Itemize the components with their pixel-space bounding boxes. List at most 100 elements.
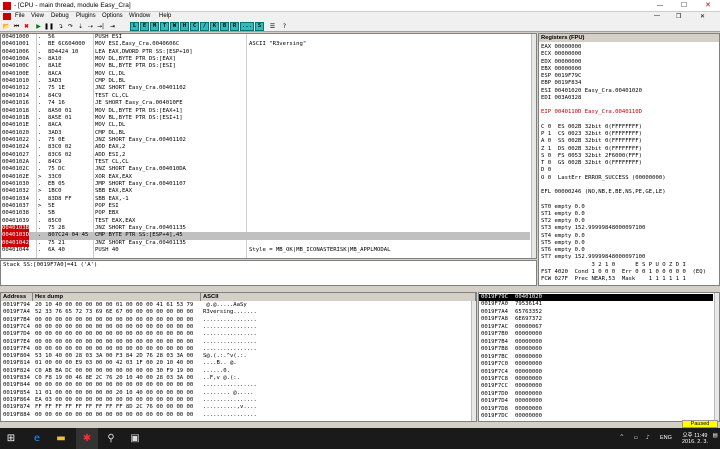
dump-header-hex[interactable]: Hex dump — [33, 293, 201, 301]
stack-row[interactable]: 0019F7CC 00000000 — [479, 383, 713, 390]
toolbar-memory-button[interactable]: M — [150, 22, 159, 31]
register-line[interactable]: O 0 LastErr ERROR_SUCCESS (00000000) — [541, 175, 666, 183]
disasm-row[interactable]: 0040102A. 84C9 TEST CL,CL — [1, 159, 530, 166]
dump-row[interactable]: 0019F7F4 00 00 00 00 00 00 00 00 00 00 00… — [1, 346, 469, 353]
register-line[interactable]: T 0 GS 002B 32bit 0(FFFFFFFF) — [541, 160, 642, 168]
dump-header-address[interactable]: Address — [1, 293, 33, 301]
register-line[interactable]: EIP 0040110D Easy_Cra.0040110D — [541, 109, 642, 117]
menu-view[interactable]: View — [31, 13, 44, 19]
disasm-row[interactable]: 0040103B. 75 28 JNZ SHORT Easy_Cra.0040113… — [1, 225, 530, 233]
restart-icon[interactable]: ⏮ — [12, 22, 21, 31]
dump-row[interactable]: 0019F7A4 52 33 76 65 72 73 69 6E 67 00 00… — [1, 309, 469, 316]
disassembly-scrollbar[interactable] — [531, 34, 536, 258]
media-icon[interactable]: ▣ — [124, 428, 146, 449]
notification-icon[interactable]: ▤ — [713, 431, 717, 439]
stack-row[interactable]: 0019F7D8 00000000 — [479, 406, 713, 413]
network-icon[interactable]: ▭ — [634, 434, 638, 441]
disasm-row[interactable]: 00401012. 75 1E JNZ SHORT Easy_Cra.0040110… — [1, 85, 530, 92]
disasm-row[interactable]: 00401016. 74 16 JE SHORT Easy_Cra.004010FE — [1, 100, 530, 107]
ollydbg-task-icon[interactable]: ✱ — [76, 428, 98, 449]
disasm-row[interactable]: 0040101E. 8ACA MOV CL,DL — [1, 122, 530, 129]
disasm-row[interactable]: 00401024. 83C0 02 ADD EAX,2 — [1, 144, 530, 151]
execute-till-return-icon[interactable]: →| — [96, 22, 105, 31]
disasm-row[interactable]: 00401030. EB 05 JMP SHORT Easy_Cra.0040110… — [1, 181, 530, 188]
child-restore-button[interactable]: ❐ — [676, 13, 681, 20]
disasm-row[interactable]: 00401039. 85C0 TEST EAX,EAX — [1, 218, 530, 225]
stack-row[interactable]: 0019F7AC 00000067 — [479, 324, 713, 331]
menu-debug[interactable]: Debug — [51, 13, 69, 19]
menu-help[interactable]: Help — [159, 13, 171, 19]
close-button[interactable]: ✕ — [696, 0, 720, 11]
dump-row[interactable]: 0019F794 20 10 40 00 00 00 00 00 01 00 00… — [1, 302, 469, 309]
language-indicator[interactable]: ENG — [660, 435, 672, 441]
dump-row[interactable]: 0019F7D4 00 00 00 00 00 00 00 00 00 00 00… — [1, 331, 469, 338]
disasm-row[interactable]: 00401044. 6A 40 PUSH 40 Style = MB_OK|MB_IC… — [1, 247, 530, 254]
toolbar-callstack-button[interactable]: K — [210, 22, 219, 31]
register-line[interactable]: EFL 00000246 (NO,NB,E,BE,NS,PE,GE,LE) — [541, 189, 666, 197]
stack-row[interactable]: 0019F7A0 79536141 — [479, 301, 713, 308]
minimize-button[interactable]: — — [648, 0, 672, 11]
maximize-button[interactable]: ☐ — [672, 0, 696, 11]
disasm-row[interactable]: 0040103D. 807C24 04 45 CMP BYTE PTR SS:[ES… — [1, 232, 530, 241]
disasm-row[interactable]: 00401027. 83C6 02 ADD ESI,2 — [1, 152, 530, 159]
stack-row[interactable]: 0019F7BC 00000000 — [479, 354, 713, 361]
trace-over-icon[interactable]: ⇢ — [86, 22, 95, 31]
dump-row[interactable]: 0019F7E4 00 00 00 00 00 00 00 00 00 00 00… — [1, 339, 469, 346]
stack-row[interactable]: 0019F7D0 00000000 — [479, 391, 713, 398]
disasm-row[interactable]: 00401020. 3AD3 CMP DL,BL — [1, 130, 530, 137]
volume-icon[interactable]: ♪ — [646, 434, 650, 441]
search-icon[interactable]: ⚲ — [100, 428, 122, 449]
dump-header-ascii[interactable]: ASCII — [201, 293, 476, 301]
registers-pane[interactable]: Registers (FPU) EAX 00000000 ECX 00000000… — [538, 33, 720, 286]
toolbar-references-button[interactable]: R — [230, 22, 239, 31]
disasm-row[interactable]: 00401042. 75 21 JNZ SHORT Easy_Cra.0040113… — [1, 239, 530, 248]
stack-row[interactable]: 0019F7A4 65763352 — [479, 309, 713, 316]
run-icon[interactable]: ▶ — [34, 22, 43, 31]
disasm-row[interactable]: 00401034. 83D8 FF SBB EAX,-1 — [1, 196, 530, 203]
disasm-row[interactable]: 00401010. 3AD3 CMP DL,BL — [1, 78, 530, 85]
menu-file[interactable]: File — [15, 13, 25, 19]
disasm-row[interactable]: 00401022. 75 0E JNZ SHORT Easy_Cra.0040110… — [1, 137, 530, 144]
menu-options[interactable]: Options — [102, 13, 123, 19]
disasm-row[interactable]: 0040100E. 8ACA MOV CL,DL — [1, 71, 530, 78]
toolbar-handles-button[interactable]: H — [180, 22, 189, 31]
dump-row[interactable]: 0019F844 00 00 00 00 00 00 00 00 00 00 00… — [1, 382, 469, 389]
disasm-row[interactable]: 0040101B. 8A5E 01 MOV BL,BYTE PTR DS:[ESI+… — [1, 115, 530, 122]
menu-plugins[interactable]: Plugins — [76, 13, 96, 19]
disasm-row[interactable]: 00401000. 56 PUSH ESI — [1, 34, 530, 41]
edge-icon[interactable]: e — [26, 428, 48, 449]
dump-row[interactable]: 0019F884 00 00 00 00 00 00 00 00 00 00 00… — [1, 412, 469, 419]
toolbar-cpu-button[interactable]: C — [190, 22, 199, 31]
toolbar-source-button[interactable]: S — [255, 22, 264, 31]
disasm-row[interactable]: 0040100A >8A10 MOV DL,BYTE PTR DS:[EAX] — [1, 56, 530, 63]
dump-row[interactable]: 0019F7B4 00 00 00 00 00 00 00 00 00 00 00… — [1, 317, 469, 324]
disasm-row[interactable]: 00401001. BE 6C604000 MOV ESI,Easy_Cra.004… — [1, 41, 530, 48]
disasm-row[interactable]: 00401006. 8D4424 10 LEA EAX,DWORD PTR SS:[… — [1, 49, 530, 56]
stack-pane[interactable]: 0019F79C 00401020 0019F7A0 79536141 0019F7A4… — [478, 292, 720, 422]
trace-into-icon[interactable]: ⇣ — [76, 22, 85, 31]
stack-scrollbar[interactable] — [714, 293, 719, 421]
dump-row[interactable]: 0019F854 11 01 00 00 00 00 00 00 20 10 40… — [1, 390, 469, 397]
disasm-row[interactable]: 0040100C. 8A1E MOV BL,BYTE PTR DS:[ESI] — [1, 63, 530, 70]
list-icon[interactable]: ☰ — [268, 22, 277, 31]
disasm-row[interactable]: 00401018. 8A50 01 MOV DL,BYTE PTR DS:[EAX+… — [1, 108, 530, 115]
toolbar-modules-button[interactable]: E — [140, 22, 149, 31]
dump-row[interactable]: 0019F874 FF FF FF FF FF FF FF FF FF 8D 2C… — [1, 404, 469, 411]
child-close-button[interactable]: ✕ — [700, 13, 705, 20]
pause-icon[interactable]: ❚❚ — [44, 22, 54, 31]
register-line[interactable]: FCW 027F Prec NEAR,53 Mask 1 1 1 1 1 1 — [541, 276, 686, 284]
open-icon[interactable]: 📂 — [2, 22, 11, 31]
stack-row[interactable]: 0019F7D4 00000000 — [479, 398, 713, 405]
toolbar-log-button[interactable]: L — [130, 22, 139, 31]
step-over-icon[interactable]: ↷ — [66, 22, 75, 31]
dump-pane[interactable]: Address Hex dump ASCII 0019F794 20 10 40 … — [0, 292, 477, 422]
file-explorer-icon[interactable]: ▬ — [50, 428, 72, 449]
child-minimize-button[interactable]: — — [654, 13, 660, 19]
toolbar-threads-button[interactable]: T — [160, 22, 169, 31]
tray-arrow-icon[interactable]: ^ — [620, 434, 624, 441]
dump-row[interactable]: 0019F824 C0 AB BA DC 00 00 00 00 00 00 00… — [1, 368, 469, 375]
menu-window[interactable]: Window — [129, 13, 150, 19]
dump-row[interactable]: 0019F814 01 00 00 00 E9 03 00 00 42 03 1F… — [1, 360, 469, 367]
register-line[interactable]: EDI 003A0328 — [541, 95, 581, 103]
stack-row[interactable]: 0019F7A8 6E697372 — [479, 316, 713, 323]
